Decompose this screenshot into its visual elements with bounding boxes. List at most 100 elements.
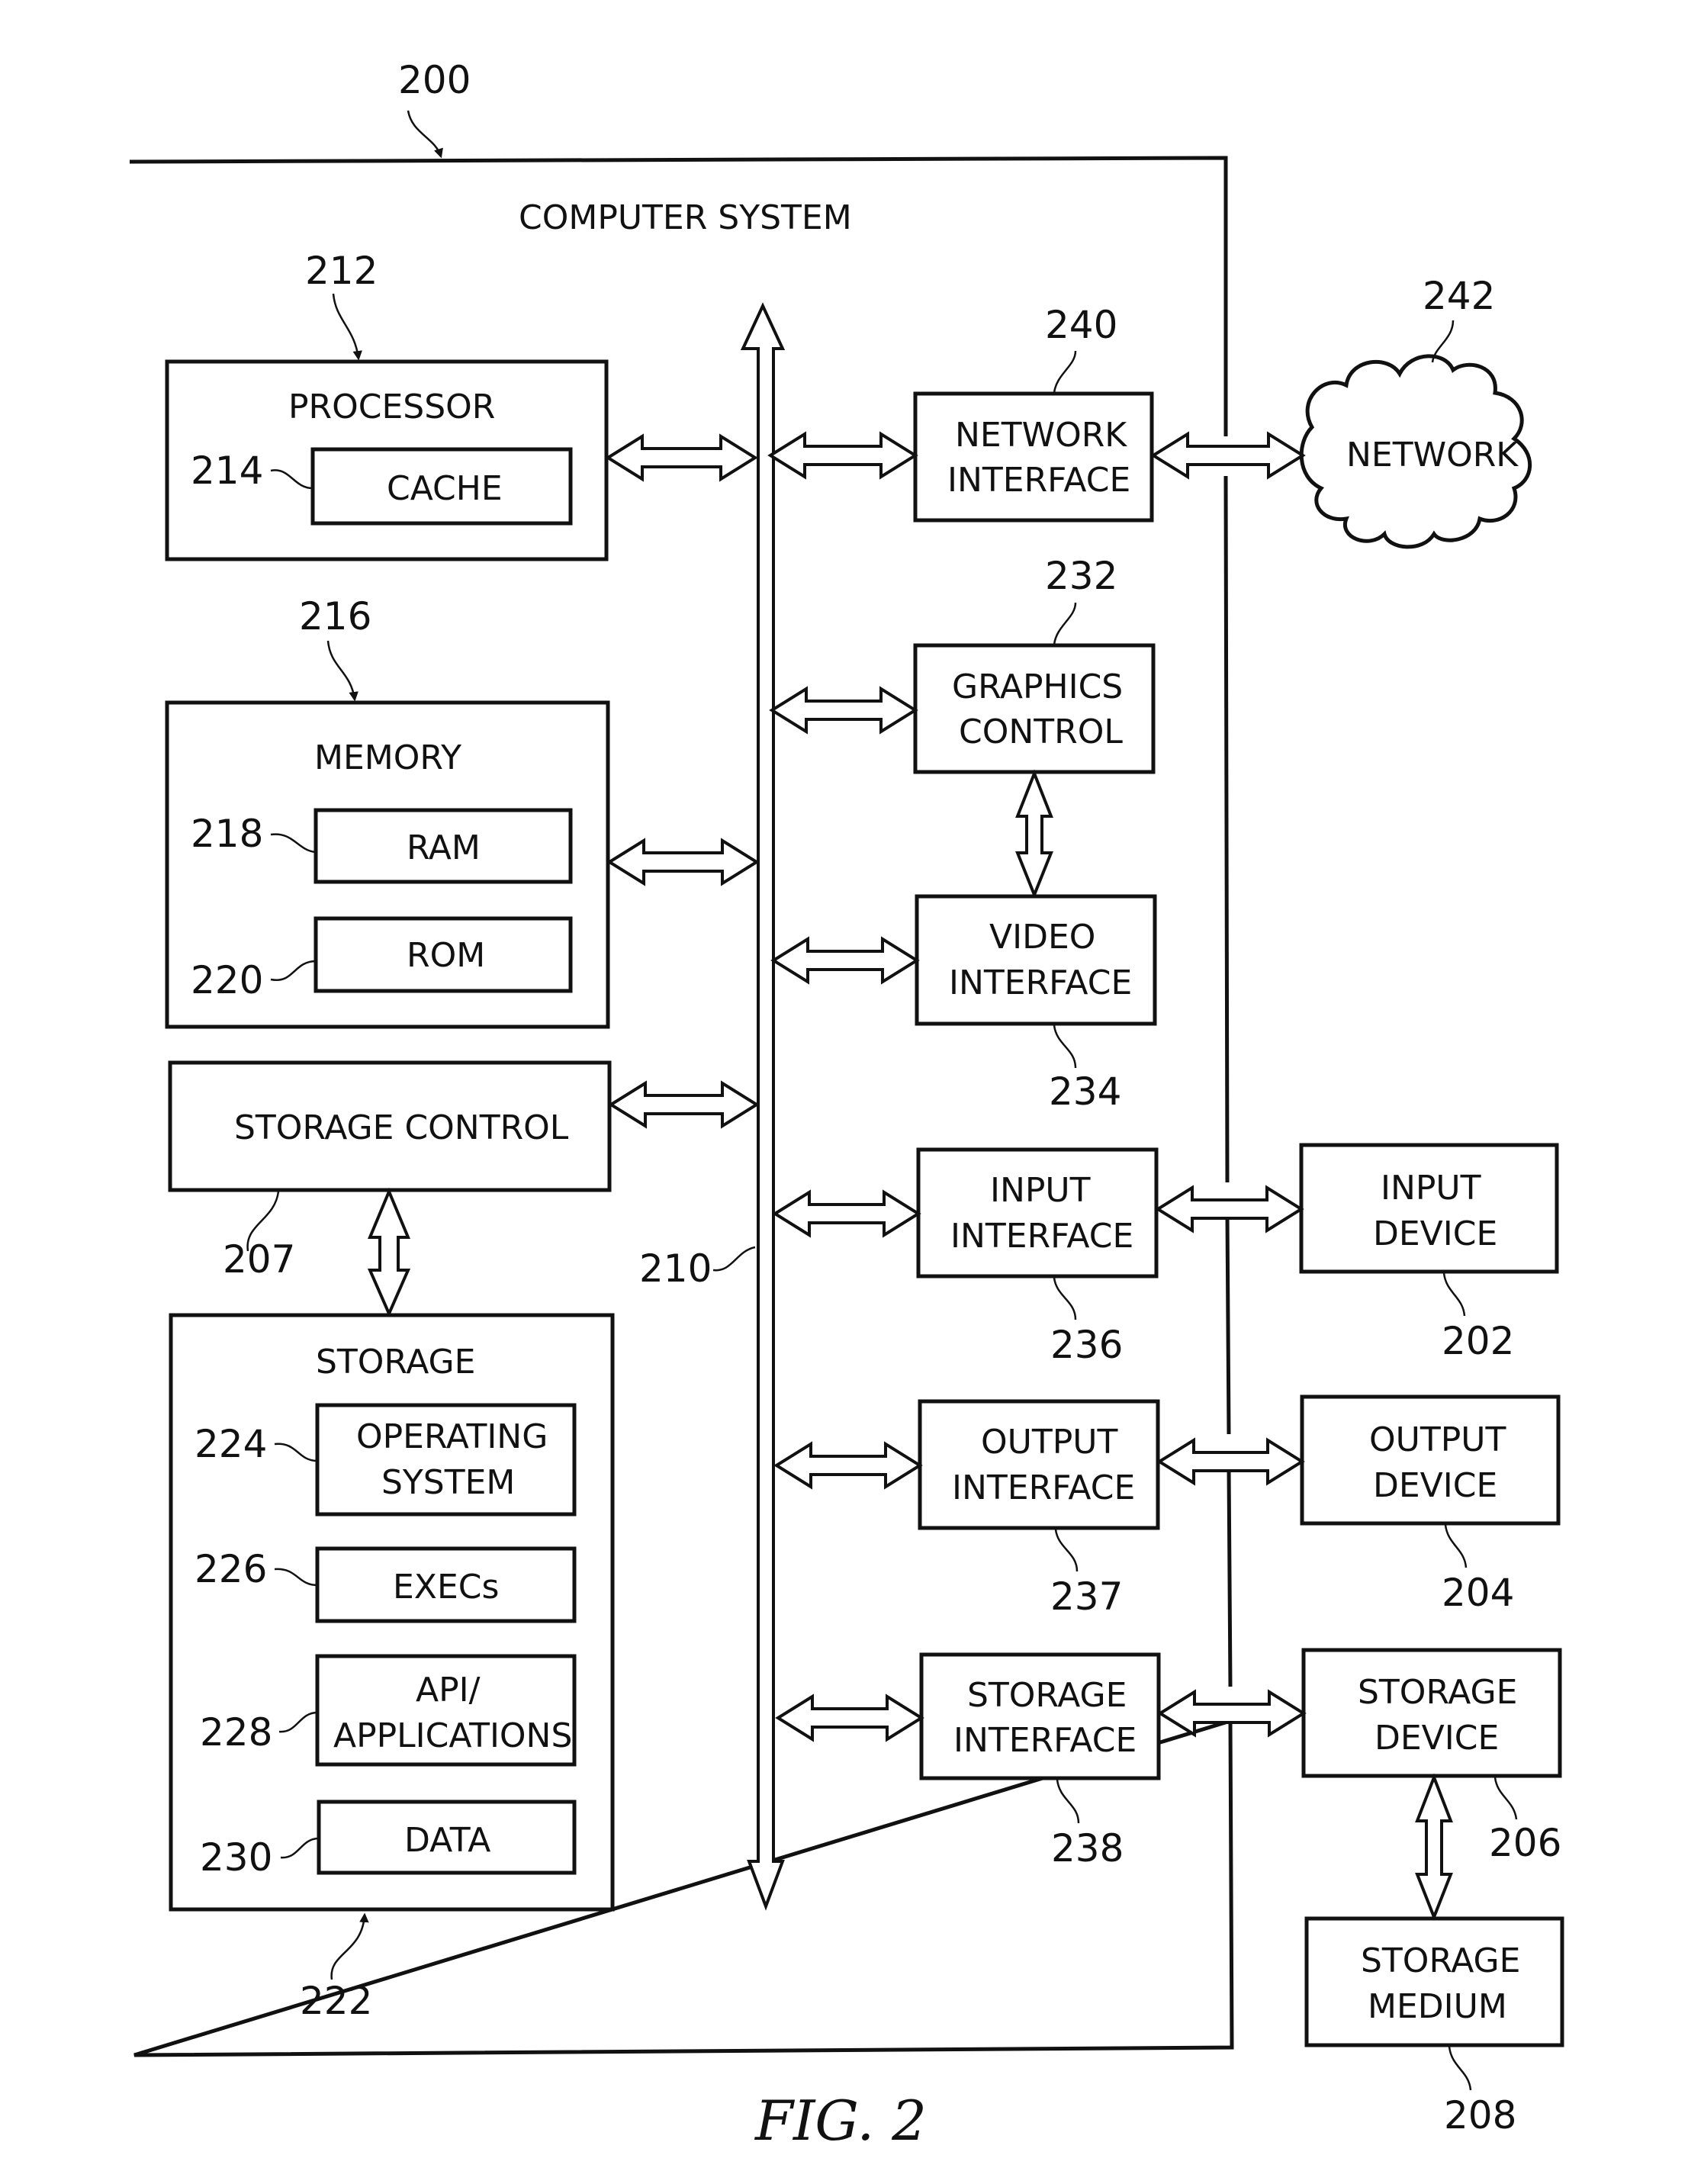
- arrow-bus-graphicscontrol: [769, 686, 918, 735]
- ref-206: 206: [1489, 1821, 1561, 1865]
- arrow-bus-networkinterface: [767, 431, 918, 480]
- ref-207: 207: [223, 1237, 295, 1282]
- output-interface-label-1: OUTPUT: [981, 1423, 1117, 1462]
- computer-system-diagram: 200 COMPUTER SYSTEM 210 PROCESSOR CACHE …: [129, 58, 1564, 2153]
- graphics-control-label-2: CONTROL: [959, 712, 1123, 751]
- arrow-storagecontrol-storage: [367, 1187, 411, 1317]
- network-cloud: NETWORK: [1299, 354, 1532, 549]
- network-interface-label-1: NETWORK: [955, 416, 1127, 455]
- ref-214: 214: [191, 449, 263, 493]
- ref-200: 200: [398, 58, 471, 102]
- arrow-storagedevice-storagemedium: [1415, 1773, 1453, 1922]
- operating-system-label-1: OPERATING: [356, 1417, 548, 1456]
- storage-interface-block: STORAGE INTERFACE: [919, 1652, 1161, 1780]
- api-applications-label-1: API/: [416, 1671, 481, 1710]
- storage-device-block: STORAGE DEVICE: [1301, 1648, 1562, 1778]
- storage-medium-block: STORAGE MEDIUM: [1304, 1916, 1564, 2047]
- graphics-control-label-1: GRAPHICS: [952, 667, 1123, 706]
- ref-212: 212: [305, 249, 378, 293]
- ref-218: 218: [191, 812, 263, 856]
- storage-device-label-1: STORAGE: [1358, 1673, 1517, 1712]
- leader-238: [1056, 1779, 1080, 1824]
- output-device-block: OUTPUT DEVICE: [1300, 1394, 1561, 1526]
- ref-210: 210: [639, 1246, 712, 1291]
- ref-216: 216: [299, 594, 371, 638]
- storage-control-label: STORAGE CONTROL: [234, 1108, 569, 1147]
- storage-label: STORAGE: [316, 1343, 475, 1381]
- video-interface-label-1: VIDEO: [989, 918, 1095, 957]
- storage-interface-label-1: STORAGE: [967, 1676, 1127, 1715]
- arrow-storagecontrol-bus: [608, 1080, 760, 1129]
- processor-label: PROCESSOR: [288, 388, 495, 426]
- arrow-graphics-video: [1015, 769, 1053, 899]
- network-interface-label-2: INTERFACE: [947, 461, 1130, 500]
- network-label: NETWORK: [1346, 436, 1519, 474]
- ref-237: 237: [1050, 1574, 1123, 1619]
- arrow-bus-storageinterface: [775, 1693, 924, 1742]
- arrow-bus-outputinterface: [773, 1441, 923, 1490]
- arrow-networkinterface-network: [1150, 431, 1306, 480]
- cache-label: CACHE: [387, 469, 503, 508]
- ref-224: 224: [195, 1422, 267, 1466]
- ref-230: 230: [200, 1835, 272, 1880]
- output-device-label-1: OUTPUT: [1369, 1420, 1506, 1459]
- leader-210: [712, 1246, 756, 1272]
- leader-234: [1053, 1024, 1077, 1069]
- data-label: DATA: [404, 1821, 490, 1860]
- network-interface-block: NETWORK INTERFACE: [913, 391, 1154, 523]
- leader-206: [1493, 1777, 1518, 1820]
- ref-238: 238: [1051, 1826, 1124, 1870]
- arrow-inputinterface-inputdevice: [1155, 1185, 1304, 1234]
- leader-216: [326, 640, 358, 702]
- graphics-control-block: GRAPHICS CONTROL: [913, 643, 1156, 774]
- video-interface-block: VIDEO INTERFACE: [915, 894, 1157, 1026]
- ref-228: 228: [200, 1710, 272, 1755]
- rom-label: ROM: [407, 936, 485, 975]
- ref-226: 226: [195, 1547, 267, 1591]
- ref-202: 202: [1442, 1319, 1514, 1363]
- storage-interface-label-2: INTERFACE: [953, 1721, 1137, 1760]
- ref-208: 208: [1444, 2093, 1516, 2137]
- output-interface-block: OUTPUT INTERFACE: [918, 1399, 1160, 1530]
- arrow-memory-bus: [606, 838, 760, 886]
- arrow-bus-inputinterface: [772, 1189, 921, 1238]
- leader-202: [1442, 1272, 1466, 1317]
- ref-240: 240: [1045, 303, 1117, 347]
- ref-222: 222: [300, 1979, 372, 2023]
- arrow-processor-bus: [605, 433, 758, 482]
- operating-system-label-2: SYSTEM: [381, 1463, 515, 1502]
- input-device-block: INPUT DEVICE: [1299, 1143, 1559, 1274]
- storage-device-label-2: DEVICE: [1375, 1719, 1499, 1758]
- leader-208: [1448, 2046, 1472, 2091]
- leader-212: [332, 293, 362, 361]
- ref-234: 234: [1049, 1069, 1121, 1114]
- input-device-label-2: DEVICE: [1373, 1214, 1497, 1253]
- storage-medium-label-1: STORAGE: [1361, 1941, 1520, 1980]
- ref-220: 220: [191, 958, 263, 1002]
- figure-caption: FIG. 2: [754, 2089, 927, 2153]
- leader-240: [1053, 350, 1077, 394]
- arrow-bus-videointerface: [770, 936, 920, 985]
- ref-204: 204: [1442, 1571, 1514, 1615]
- ref-232: 232: [1045, 554, 1117, 598]
- storage-control-block: STORAGE CONTROL: [168, 1060, 612, 1192]
- video-interface-label-2: INTERFACE: [949, 963, 1132, 1002]
- input-device-label-1: INPUT: [1381, 1169, 1481, 1208]
- system-title: COMPUTER SYSTEM: [519, 198, 852, 237]
- output-device-label-2: DEVICE: [1373, 1466, 1497, 1505]
- ram-label: RAM: [407, 828, 481, 867]
- storage-block: STORAGE OPERATING SYSTEM EXECs API/ APPL…: [169, 1313, 615, 1912]
- api-applications-label-2: APPLICATIONS: [333, 1716, 572, 1755]
- storage-medium-label-2: MEDIUM: [1368, 1987, 1507, 2026]
- input-interface-label-2: INTERFACE: [950, 1217, 1133, 1256]
- leader-237: [1054, 1529, 1079, 1572]
- output-interface-label-2: INTERFACE: [952, 1468, 1135, 1507]
- execs-label: EXECs: [393, 1568, 499, 1607]
- ref-242: 242: [1423, 274, 1495, 318]
- leader-232: [1053, 602, 1077, 645]
- memory-label: MEMORY: [314, 738, 461, 777]
- input-interface-block: INPUT INTERFACE: [916, 1147, 1159, 1279]
- input-interface-label-1: INPUT: [990, 1171, 1091, 1210]
- ref-236: 236: [1050, 1323, 1123, 1367]
- leader-204: [1444, 1524, 1468, 1568]
